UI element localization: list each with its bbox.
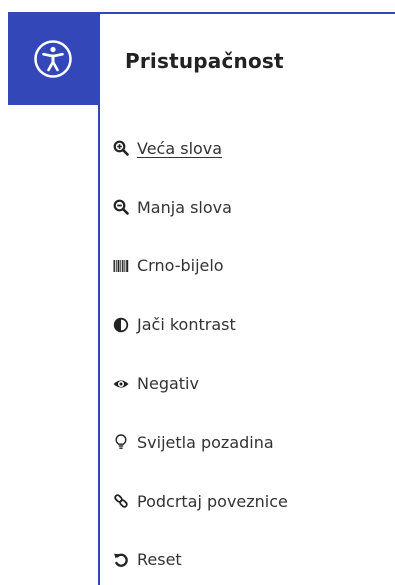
accessibility-toggle-button[interactable] — [8, 12, 98, 105]
menu-item-label: Veća slova — [137, 138, 223, 158]
accessibility-menu: Veća slova Manja slova Crno-bijelo Jači … — [113, 119, 288, 585]
link-icon — [113, 493, 129, 509]
menu-item-smaller-text[interactable]: Manja slova — [113, 178, 288, 237]
accessibility-panel: Pristupačnost Veća slova Manja slova Crn… — [98, 12, 395, 585]
menu-item-label: Podcrtaj poveznice — [137, 491, 288, 511]
menu-item-label: Manja slova — [137, 197, 232, 217]
menu-item-label: Reset — [137, 550, 182, 570]
menu-item-label: Svijetla pozadina — [137, 432, 274, 452]
eye-icon — [113, 376, 129, 392]
reset-icon — [113, 552, 129, 568]
menu-item-underline-links[interactable]: Podcrtaj poveznice — [113, 472, 288, 531]
menu-item-grayscale[interactable]: Crno-bijelo — [113, 237, 288, 296]
menu-item-larger-text[interactable]: Veća slova — [113, 119, 288, 178]
menu-item-reset[interactable]: Reset — [113, 531, 288, 585]
menu-item-high-contrast[interactable]: Jači kontrast — [113, 295, 288, 354]
universal-access-icon — [34, 39, 72, 78]
lightbulb-icon — [113, 434, 129, 450]
page: Pristupačnost Veća slova Manja slova Crn… — [0, 0, 395, 585]
contrast-icon — [113, 317, 129, 333]
menu-item-light-background[interactable]: Svijetla pozadina — [113, 413, 288, 472]
zoom-in-icon — [113, 140, 129, 157]
menu-item-label: Crno-bijelo — [137, 256, 224, 276]
barcode-icon — [113, 258, 129, 274]
menu-item-negative[interactable]: Negativ — [113, 354, 288, 413]
menu-item-label: Jači kontrast — [137, 315, 236, 335]
zoom-out-icon — [113, 199, 129, 215]
menu-item-label: Negativ — [137, 374, 199, 394]
panel-title: Pristupačnost — [125, 49, 284, 73]
